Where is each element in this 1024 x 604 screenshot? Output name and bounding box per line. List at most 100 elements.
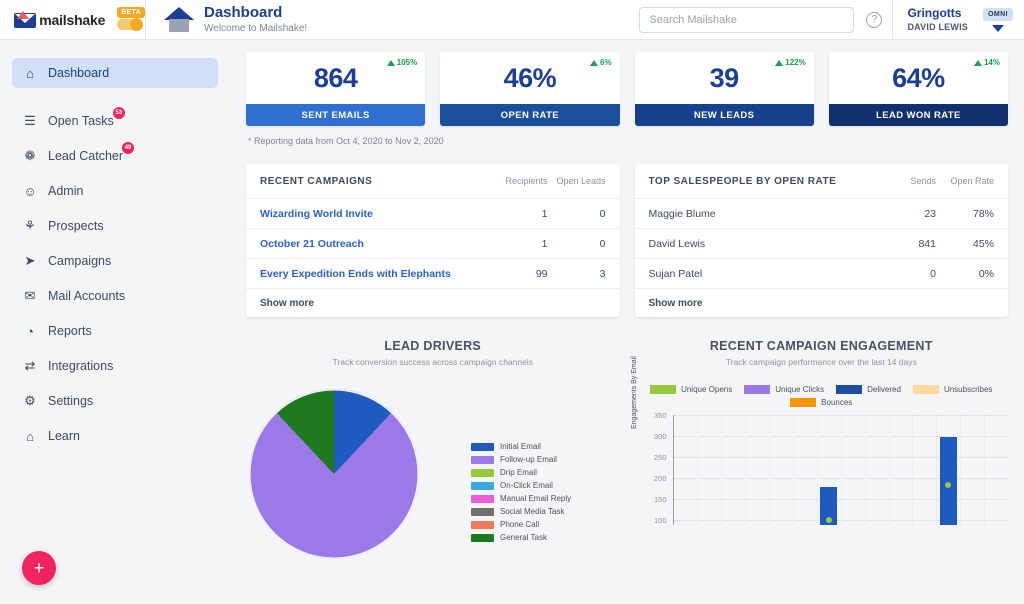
learn-icon: ⌂ bbox=[26, 428, 34, 444]
legend-item[interactable]: Unique Opens bbox=[650, 385, 732, 394]
kpi-top: 864 105% bbox=[246, 52, 425, 104]
legend-swatch bbox=[790, 398, 817, 407]
legend-item[interactable]: Delivered bbox=[836, 385, 901, 394]
mail-accounts-icon: ✉ bbox=[24, 288, 36, 303]
main-content: 864 105% SENT EMAILS 46% 6% OPEN RATE 39 122% NE… bbox=[230, 40, 1024, 604]
chart-subtitle: Track conversion success across campaign… bbox=[332, 357, 533, 367]
legend-label: Bounces bbox=[821, 398, 853, 407]
table-row[interactable]: Wizarding World Invite 1 0 bbox=[246, 199, 620, 229]
home-icon bbox=[164, 6, 194, 33]
sidebar-item-dashboard[interactable]: ⌂ Dashboard bbox=[12, 58, 218, 88]
legend-item[interactable]: General Task bbox=[471, 532, 571, 543]
add-floating-action-button[interactable]: + bbox=[22, 551, 56, 585]
kpi-card[interactable]: 64% 14% LEAD WON RATE bbox=[828, 52, 1008, 126]
beta-toggle[interactable]: BETA bbox=[115, 6, 145, 33]
legend-row: Bounces bbox=[635, 398, 1009, 407]
sidebar-item-reports[interactable]: ◔ Reports bbox=[12, 316, 218, 346]
pie-chart[interactable] bbox=[249, 389, 419, 559]
sidebar-item-campaigns[interactable]: ➤ Campaigns bbox=[12, 246, 218, 276]
legend-item[interactable]: Unique Clicks bbox=[744, 385, 824, 394]
legend-item[interactable]: Social Media Task bbox=[471, 506, 571, 517]
gridline-v bbox=[769, 415, 771, 525]
chart-title: LEAD DRIVERS bbox=[384, 339, 482, 353]
search-input[interactable] bbox=[639, 6, 855, 33]
bar-chart-plot[interactable] bbox=[672, 415, 1008, 525]
legend-swatch bbox=[650, 385, 677, 394]
legend-item[interactable]: Unsubscribes bbox=[912, 385, 992, 394]
paper-plane-icon: ➤ bbox=[24, 253, 36, 268]
row-value-2: 0% bbox=[978, 267, 994, 280]
kpi-top: 64% 14% bbox=[829, 52, 1008, 104]
table-row[interactable]: Maggie Blume 23 78% bbox=[634, 199, 1008, 229]
triangle-up-icon bbox=[775, 59, 784, 66]
help-icon[interactable]: ? bbox=[866, 11, 883, 28]
bar[interactable] bbox=[939, 437, 957, 525]
legend-item[interactable]: Drip Email bbox=[471, 467, 571, 478]
legend-item[interactable]: Manual Email Reply bbox=[471, 493, 571, 504]
gear-icon: ⚙ bbox=[24, 393, 36, 408]
kpi-top: 46% 6% bbox=[440, 52, 619, 104]
panel-title: RECENT CAMPAIGNS bbox=[260, 175, 373, 187]
sidebar-item-lead-catcher[interactable]: ❁ Lead Catcher 49 bbox=[12, 141, 218, 171]
sidebar-item-label: Admin bbox=[48, 184, 84, 198]
legend-item[interactable]: Follow-up Email bbox=[471, 454, 571, 465]
admin-user-icon: ☺ bbox=[23, 183, 37, 199]
sidebar-item-label: Open Tasks 53 bbox=[48, 107, 125, 128]
sidebar-item-learn[interactable]: ⌂ Learn bbox=[12, 421, 218, 451]
row-name[interactable]: Every Expedition Ends with Elephants bbox=[260, 268, 486, 280]
row-name[interactable]: October 21 Outreach bbox=[260, 238, 486, 250]
panel-row: RECENT CAMPAIGNS Recipients Open Leads W… bbox=[246, 164, 1008, 317]
beta-switch-icon[interactable] bbox=[117, 17, 144, 31]
sidebar-item-mail-accounts[interactable]: ✉ Mail Accounts bbox=[12, 281, 218, 311]
kpi-label: LEAD WON RATE bbox=[828, 104, 1008, 126]
kpi-delta: 105% bbox=[386, 58, 417, 67]
y-tick: 250 bbox=[653, 453, 667, 462]
table-row[interactable]: Every Expedition Ends with Elephants 99 3 bbox=[246, 259, 620, 289]
show-more-salespeople[interactable]: Show more bbox=[635, 289, 1009, 317]
sidebar-item-open-tasks[interactable]: ☰ Open Tasks 53 bbox=[12, 106, 218, 136]
sidebar-item-integrations[interactable]: ⇄ Integrations bbox=[12, 351, 218, 381]
sidebar-item-label: Dashboard bbox=[48, 66, 110, 80]
kpi-card[interactable]: 39 122% NEW LEADS bbox=[634, 52, 814, 126]
data-point[interactable] bbox=[945, 481, 952, 488]
column-header-open-leads: Open Leads bbox=[556, 176, 606, 186]
y-tick: 150 bbox=[653, 495, 667, 504]
row-value-2: 78% bbox=[972, 207, 994, 220]
legend-swatch bbox=[471, 455, 494, 464]
chevron-down-icon[interactable] bbox=[992, 24, 1004, 32]
legend-swatch bbox=[471, 468, 494, 477]
panel-title: TOP SALESPEOPLE BY OPEN RATE bbox=[648, 175, 837, 187]
table-row[interactable]: David Lewis 841 45% bbox=[634, 229, 1008, 259]
legend-item[interactable]: Bounces bbox=[790, 398, 852, 407]
kpi-label: OPEN RATE bbox=[440, 104, 620, 126]
sidebar-item-admin[interactable]: ☺ Admin bbox=[12, 176, 218, 206]
legend-item[interactable]: On-Click Email bbox=[471, 480, 571, 491]
gridline-v bbox=[792, 415, 794, 525]
legend-swatch bbox=[471, 520, 494, 529]
home-icon: ⌂ bbox=[26, 65, 34, 81]
sidebar-item-settings[interactable]: ⚙ Settings bbox=[12, 386, 218, 416]
triangle-up-icon bbox=[589, 59, 598, 66]
show-more-campaigns[interactable]: Show more bbox=[246, 289, 620, 317]
legend-item[interactable]: Phone Call bbox=[471, 519, 571, 530]
kpi-delta: 14% bbox=[973, 58, 1000, 67]
brand-logo-area[interactable]: mailshake BETA bbox=[0, 6, 145, 33]
row-value-1: 99 bbox=[535, 267, 548, 280]
lead-catcher-icon: ❁ bbox=[24, 148, 36, 163]
account-info[interactable]: Gringotts DAVID LEWIS bbox=[892, 0, 978, 40]
chart-row: LEAD DRIVERS Track conversion success ac… bbox=[246, 339, 1008, 559]
legend-item[interactable]: Initial Email bbox=[471, 441, 571, 452]
column-header-sends: Sends bbox=[910, 176, 936, 186]
kpi-value: 64% bbox=[892, 62, 945, 93]
row-name[interactable]: Wizarding World Invite bbox=[260, 208, 486, 220]
prospects-icon: ⚘ bbox=[24, 218, 36, 233]
gridline-v bbox=[721, 415, 723, 525]
sidebar-item-prospects[interactable]: ⚘ Prospects bbox=[12, 211, 218, 241]
sidebar-item-label: Prospects bbox=[48, 219, 104, 233]
table-row[interactable]: Sujan Patel 0 0% bbox=[634, 259, 1008, 289]
table-row[interactable]: October 21 Outreach 1 0 bbox=[246, 229, 620, 259]
kpi-card[interactable]: 46% 6% OPEN RATE bbox=[440, 52, 620, 126]
kpi-card[interactable]: 864 105% SENT EMAILS bbox=[246, 52, 426, 126]
data-point[interactable] bbox=[825, 516, 832, 523]
